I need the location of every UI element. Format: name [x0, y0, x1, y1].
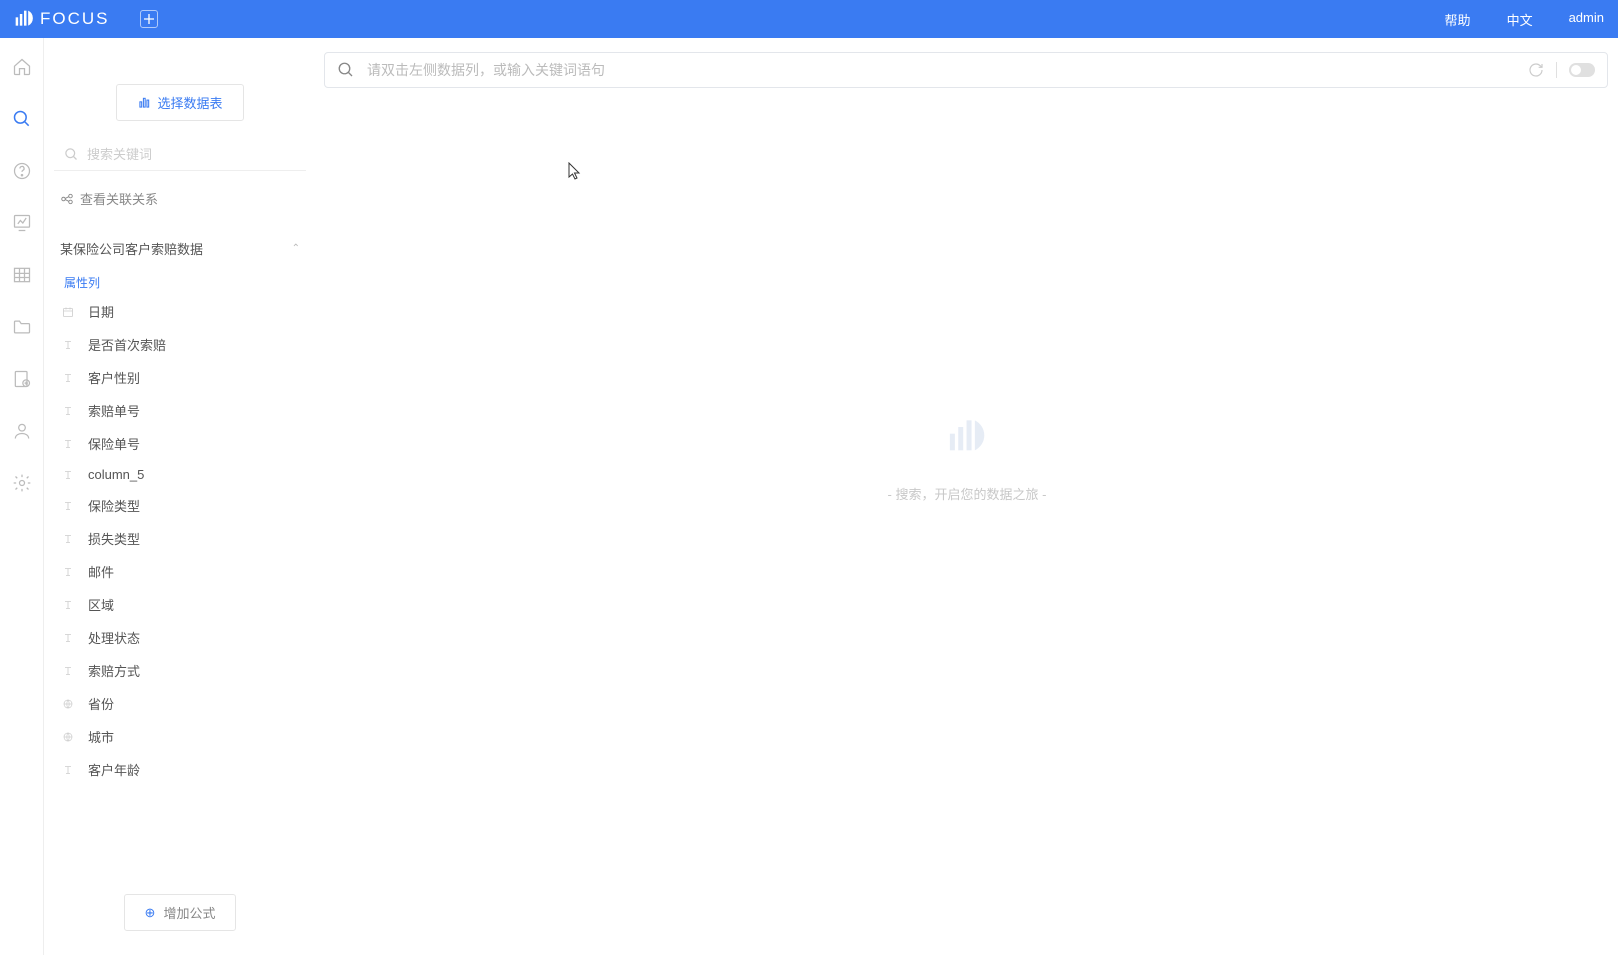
text-type-icon — [62, 500, 76, 512]
column-label: 城市 — [88, 727, 114, 746]
column-item[interactable]: 城市 — [54, 720, 306, 753]
nav-search-icon[interactable] — [11, 108, 33, 130]
language-toggle[interactable]: 中文 — [1507, 10, 1533, 29]
column-label: 索赔单号 — [88, 401, 140, 420]
search-icon — [64, 147, 79, 162]
new-tab-button[interactable] — [140, 10, 158, 28]
column-label: 邮件 — [88, 562, 114, 581]
nav-table-icon[interactable] — [11, 264, 33, 286]
select-table-button[interactable]: 选择数据表 — [116, 84, 243, 121]
text-type-icon — [62, 665, 76, 677]
text-type-icon — [62, 566, 76, 578]
column-label: 处理状态 — [88, 628, 140, 647]
column-item[interactable]: 客户年龄 — [54, 753, 306, 786]
column-item[interactable]: 省份 — [54, 687, 306, 720]
column-item[interactable]: 客户性别 — [54, 361, 306, 394]
help-link[interactable]: 帮助 — [1445, 10, 1471, 29]
nav-settings-icon[interactable] — [11, 472, 33, 494]
column-item[interactable]: 处理状态 — [54, 621, 306, 654]
empty-state-icon — [947, 417, 987, 462]
nav-config-icon[interactable] — [11, 368, 33, 390]
user-menu[interactable]: admin — [1569, 10, 1604, 29]
date-type-icon — [62, 306, 76, 318]
text-type-icon — [62, 632, 76, 644]
column-label: column_5 — [88, 467, 144, 482]
column-label: 日期 — [88, 302, 114, 321]
column-item[interactable]: 索赔单号 — [54, 394, 306, 427]
text-type-icon — [62, 372, 76, 384]
column-item[interactable]: 损失类型 — [54, 522, 306, 555]
column-label: 保险单号 — [88, 434, 140, 453]
column-item[interactable]: column_5 — [54, 460, 306, 489]
view-relation-link[interactable]: 查看关联关系 — [54, 171, 306, 221]
column-label: 保险类型 — [88, 496, 140, 515]
mode-toggle[interactable] — [1569, 63, 1595, 77]
add-formula-button[interactable]: ⊕ 增加公式 — [124, 894, 237, 931]
nav-help-icon[interactable] — [11, 160, 33, 182]
text-type-icon — [62, 599, 76, 611]
column-label: 是否首次索赔 — [88, 335, 166, 354]
text-type-icon — [62, 405, 76, 417]
divider — [1556, 62, 1557, 78]
nav-user-icon[interactable] — [11, 420, 33, 442]
empty-state-text: - 搜索，开启您的数据之旅 - — [888, 484, 1047, 503]
geo-type-icon — [62, 698, 76, 710]
cursor-sprite — [568, 162, 582, 180]
column-item[interactable]: 保险单号 — [54, 427, 306, 460]
column-item[interactable]: 是否首次索赔 — [54, 328, 306, 361]
column-label: 客户性别 — [88, 368, 140, 387]
tree-root-label: 某保险公司客户索赔数据 — [60, 239, 203, 258]
nav-chart-icon[interactable] — [11, 212, 33, 234]
select-table-label: 选择数据表 — [157, 93, 222, 112]
nav-folder-icon[interactable] — [11, 316, 33, 338]
column-label: 区域 — [88, 595, 114, 614]
column-item[interactable]: 区域 — [54, 588, 306, 621]
column-item[interactable]: 索赔方式 — [54, 654, 306, 687]
nav-home-icon[interactable] — [11, 56, 33, 78]
chevron-up-icon: ⌃ — [292, 243, 300, 254]
brand-text: FOCUS — [40, 9, 110, 29]
text-type-icon — [62, 764, 76, 776]
column-item[interactable]: 日期 — [54, 295, 306, 328]
text-type-icon — [62, 339, 76, 351]
plus-icon: ⊕ — [145, 905, 156, 921]
text-type-icon — [62, 533, 76, 545]
main-search-input[interactable] — [367, 62, 1516, 78]
empty-state: - 搜索，开启您的数据之旅 - — [888, 417, 1047, 503]
add-formula-label: 增加公式 — [163, 903, 215, 922]
view-relation-label: 查看关联关系 — [80, 189, 158, 208]
column-label: 索赔方式 — [88, 661, 140, 680]
sidebar-search-input[interactable] — [87, 147, 296, 162]
column-label: 省份 — [88, 694, 114, 713]
column-item[interactable]: 邮件 — [54, 555, 306, 588]
column-label: 损失类型 — [88, 529, 140, 548]
brand-icon — [14, 9, 34, 29]
geo-type-icon — [62, 731, 76, 743]
column-label: 客户年龄 — [88, 760, 140, 779]
brand-logo: FOCUS — [14, 9, 110, 29]
text-type-icon — [62, 438, 76, 450]
search-icon — [337, 61, 355, 79]
text-type-icon — [62, 469, 76, 481]
tree-section-label: 属性列 — [54, 266, 306, 295]
column-item[interactable]: 保险类型 — [54, 489, 306, 522]
refresh-icon[interactable] — [1528, 62, 1544, 78]
tree-root[interactable]: 某保险公司客户索赔数据 ⌃ — [54, 231, 306, 266]
